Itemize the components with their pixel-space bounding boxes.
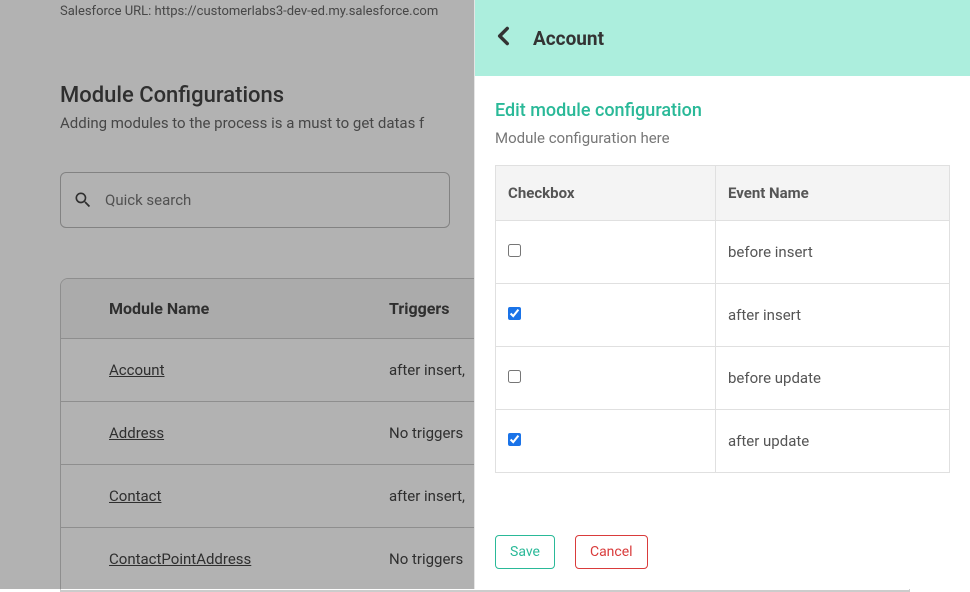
table-row: before update	[496, 347, 950, 410]
event-name: after insert	[716, 284, 950, 347]
back-icon[interactable]	[491, 23, 517, 53]
event-name: before update	[716, 347, 950, 410]
event-name: after update	[716, 410, 950, 473]
panel-body: Edit module configuration Module configu…	[475, 76, 970, 515]
event-table: Checkbox Event Name before insert after …	[495, 165, 950, 473]
cancel-button[interactable]: Cancel	[575, 535, 648, 569]
col-header-event: Event Name	[716, 166, 950, 221]
table-row: before insert	[496, 221, 950, 284]
event-name: before insert	[716, 221, 950, 284]
save-button[interactable]: Save	[495, 535, 555, 569]
event-checkbox[interactable]	[508, 244, 521, 257]
table-row: after insert	[496, 284, 950, 347]
table-row: after update	[496, 410, 950, 473]
panel-actions: Save Cancel	[475, 515, 970, 589]
panel-title: Account	[533, 27, 604, 50]
panel-heading: Edit module configuration	[495, 100, 950, 121]
panel-header: Account	[475, 0, 970, 76]
event-checkbox[interactable]	[508, 307, 521, 320]
event-checkbox[interactable]	[508, 433, 521, 446]
panel-subtitle: Module configuration here	[495, 129, 950, 147]
col-header-checkbox: Checkbox	[496, 166, 716, 221]
edit-module-panel: Account Edit module configuration Module…	[474, 0, 970, 589]
event-checkbox[interactable]	[508, 370, 521, 383]
